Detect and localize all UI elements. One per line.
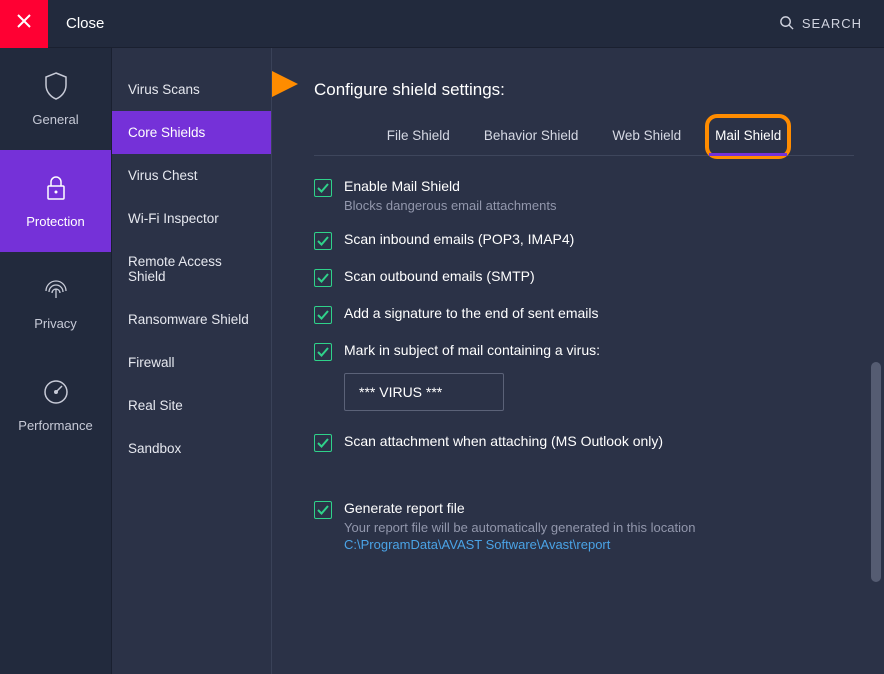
option-scan-attachment: Scan attachment when attaching (MS Outlo… <box>314 433 854 452</box>
fingerprint-icon <box>42 276 70 304</box>
check-icon <box>317 309 329 321</box>
tab-file-shield[interactable]: File Shield <box>381 118 456 155</box>
sub-item-ransomware[interactable]: Ransomware Shield <box>112 298 271 341</box>
nav-label: Protection <box>26 214 85 229</box>
sub-item-virus-chest[interactable]: Virus Chest <box>112 154 271 197</box>
check-icon <box>317 182 329 194</box>
nav-item-performance[interactable]: Performance <box>0 354 111 456</box>
check-icon <box>317 235 329 247</box>
option-label: Generate report file <box>344 500 695 516</box>
close-button[interactable] <box>0 0 48 48</box>
search-icon <box>779 15 794 33</box>
scrollbar-thumb[interactable] <box>871 362 881 582</box>
sub-item-firewall[interactable]: Firewall <box>112 341 271 384</box>
sub-item-sandbox[interactable]: Sandbox <box>112 427 271 470</box>
checkbox-outbound[interactable] <box>314 269 332 287</box>
search-label: SEARCH <box>802 16 862 31</box>
checkbox-inbound[interactable] <box>314 232 332 250</box>
checkbox-attachment[interactable] <box>314 434 332 452</box>
option-label: Scan outbound emails (SMTP) <box>344 268 535 284</box>
option-signature: Add a signature to the end of sent email… <box>314 305 854 324</box>
option-desc: Blocks dangerous email attachments <box>344 198 556 213</box>
nav-item-privacy[interactable]: Privacy <box>0 252 111 354</box>
search-button[interactable]: SEARCH <box>779 15 884 33</box>
checkbox-mark-subject[interactable] <box>314 343 332 361</box>
option-enable-mail-shield: Enable Mail Shield Blocks dangerous emai… <box>314 178 854 213</box>
close-icon <box>17 14 31 33</box>
checkbox-signature[interactable] <box>314 306 332 324</box>
page-title: Configure shield settings: <box>314 80 854 100</box>
option-desc: Your report file will be automatically g… <box>344 520 695 535</box>
option-mark-subject: Mark in subject of mail containing a vir… <box>314 342 854 361</box>
report-path-link[interactable]: C:\ProgramData\AVAST Software\Avast\repo… <box>344 537 695 552</box>
checkbox-enable[interactable] <box>314 179 332 197</box>
shield-icon <box>42 72 70 100</box>
option-label: Scan attachment when attaching (MS Outlo… <box>344 433 663 449</box>
check-icon <box>317 504 329 516</box>
check-icon <box>317 346 329 358</box>
nav-sidebar: General Protection Privacy Performance <box>0 48 112 674</box>
option-label: Mark in subject of mail containing a vir… <box>344 342 600 358</box>
option-label: Add a signature to the end of sent email… <box>344 305 599 321</box>
lock-icon <box>42 174 70 202</box>
check-icon <box>317 437 329 449</box>
option-scan-outbound: Scan outbound emails (SMTP) <box>314 268 854 287</box>
nav-label: General <box>32 112 78 127</box>
main-layout: General Protection Privacy Performance V… <box>0 48 884 674</box>
virus-tag-input[interactable] <box>344 373 504 411</box>
nav-label: Privacy <box>34 316 77 331</box>
close-label: Close <box>66 15 104 32</box>
tab-web-shield[interactable]: Web Shield <box>606 118 687 155</box>
option-label: Enable Mail Shield <box>344 178 556 194</box>
titlebar-left: Close <box>0 0 104 48</box>
option-generate-report: Generate report file Your report file wi… <box>314 500 854 552</box>
gauge-icon <box>42 378 70 406</box>
nav-item-protection[interactable]: Protection <box>0 150 111 252</box>
sub-item-core-shields[interactable]: Core Shields <box>112 111 271 154</box>
sub-item-remote-access[interactable]: Remote Access Shield <box>112 240 271 298</box>
sub-item-wifi-inspector[interactable]: Wi-Fi Inspector <box>112 197 271 240</box>
tab-behavior-shield[interactable]: Behavior Shield <box>478 118 585 155</box>
option-label: Scan inbound emails (POP3, IMAP4) <box>344 231 574 247</box>
titlebar: Close SEARCH <box>0 0 884 48</box>
sub-item-real-site[interactable]: Real Site <box>112 384 271 427</box>
tab-mail-shield[interactable]: Mail Shield <box>709 118 787 155</box>
nav-label: Performance <box>18 418 92 433</box>
nav-item-general[interactable]: General <box>0 48 111 150</box>
sub-item-virus-scans[interactable]: Virus Scans <box>112 68 271 111</box>
shield-tabs: File Shield Behavior Shield Web Shield M… <box>314 118 854 156</box>
check-icon <box>317 272 329 284</box>
option-scan-inbound: Scan inbound emails (POP3, IMAP4) <box>314 231 854 250</box>
sub-sidebar: Virus Scans Core Shields Virus Chest Wi-… <box>112 48 272 674</box>
checkbox-report[interactable] <box>314 501 332 519</box>
callout-arrow-icon <box>272 70 298 98</box>
content-area: Configure shield settings: File Shield B… <box>272 48 884 674</box>
